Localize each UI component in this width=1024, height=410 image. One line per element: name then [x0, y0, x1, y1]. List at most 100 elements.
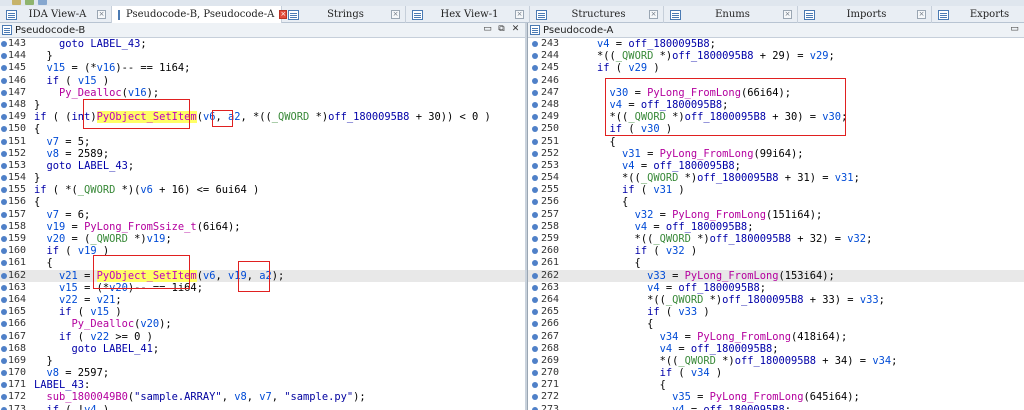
code-line[interactable]: 150 { — [0, 123, 525, 135]
code-text[interactable]: v33 = PyLong_FromLong(153i64); — [572, 270, 835, 282]
breakpoint-dot-icon[interactable] — [1, 101, 7, 108]
code-text[interactable]: if ( v15 ) — [34, 75, 110, 87]
tab-exports[interactable]: Exports — [932, 6, 1024, 23]
breakpoint-dot-icon[interactable] — [532, 333, 538, 340]
code-text[interactable]: v7 = 6; — [34, 209, 91, 221]
line-gutter[interactable]: 253 — [528, 160, 559, 172]
line-gutter[interactable]: 256 — [528, 196, 559, 208]
code-line[interactable]: 269 *((_QWORD *)off_1800095B8 + 34) = v3… — [528, 355, 1024, 367]
code-line[interactable]: 159 v20 = (_QWORD *)v19; — [0, 233, 525, 245]
code-line[interactable]: 163 v15 = (*v20)-- == 1i64; — [0, 282, 525, 294]
code-text[interactable]: if ( v34 ) — [572, 367, 723, 379]
pseudocode-b-pane[interactable]: Pseudocode-B ▭ ⧉ ✕ 143 goto LABEL_43; 144… — [0, 23, 525, 410]
breakpoint-dot-icon[interactable] — [532, 248, 538, 255]
line-gutter[interactable]: 268 — [528, 343, 559, 355]
code-line[interactable]: 146 if ( v15 ) — [0, 75, 525, 87]
code-line[interactable]: 272 v35 = PyLong_FromLong(645i64); — [528, 391, 1024, 403]
line-gutter[interactable]: 153 — [0, 160, 30, 172]
code-text[interactable]: sub_1800049B0("sample.ARRAY", v8, v7, "s… — [34, 391, 366, 403]
breakpoint-dot-icon[interactable] — [532, 150, 538, 157]
code-line[interactable]: 152 v8 = 2589; — [0, 148, 525, 160]
code-text[interactable]: v19 = PyLong_FromSsize_t(6i64); — [34, 221, 241, 233]
code-line[interactable]: 246 — [528, 75, 1024, 87]
code-line[interactable]: 167 if ( v22 >= 0 ) — [0, 331, 525, 343]
code-line[interactable]: 244 *((_QWORD *)off_1800095B8 + 29) = v2… — [528, 50, 1024, 62]
line-gutter[interactable]: 160 — [0, 245, 30, 257]
breakpoint-dot-icon[interactable] — [1, 53, 7, 60]
code-line[interactable]: 170 v8 = 2597; — [0, 367, 525, 379]
code-text[interactable]: if ( v15 ) — [34, 306, 122, 318]
code-line[interactable]: 268 v4 = off_1800095B8; — [528, 343, 1024, 355]
breakpoint-dot-icon[interactable] — [1, 126, 7, 133]
code-line[interactable]: 164 v22 = v21; — [0, 294, 525, 306]
breakpoint-dot-icon[interactable] — [532, 187, 538, 194]
breakpoint-dot-icon[interactable] — [532, 260, 538, 267]
code-line[interactable]: 161 { — [0, 257, 525, 269]
line-gutter[interactable]: 261 — [528, 257, 559, 269]
line-gutter[interactable]: 148 — [0, 99, 30, 111]
close-icon[interactable]: ✕ — [510, 24, 521, 35]
code-text[interactable]: v15 = (*v16)-- == 1i64; — [34, 62, 191, 74]
code-line[interactable]: 251 { — [528, 136, 1024, 148]
code-line[interactable]: 250 if ( v30 ) — [528, 123, 1024, 135]
code-text[interactable]: if ( !v4 ) — [34, 404, 110, 410]
breakpoint-dot-icon[interactable] — [532, 65, 538, 72]
code-text[interactable]: v15 = (*v20)-- == 1i64; — [34, 282, 203, 294]
breakpoint-dot-icon[interactable] — [1, 321, 7, 328]
code-line[interactable]: 143 goto LABEL_43; — [0, 38, 525, 50]
breakpoint-dot-icon[interactable] — [532, 370, 538, 377]
line-gutter[interactable]: 169 — [0, 355, 30, 367]
breakpoint-dot-icon[interactable] — [1, 345, 7, 352]
line-gutter[interactable]: 262 — [528, 270, 559, 282]
breakpoint-dot-icon[interactable] — [1, 357, 7, 364]
tab-pseudocode[interactable]: Pseudocode-B, Pseudocode-A × — [112, 6, 288, 23]
code-line[interactable]: 257 v32 = PyLong_FromLong(151i64); — [528, 209, 1024, 221]
line-gutter[interactable]: 164 — [0, 294, 30, 306]
breakpoint-dot-icon[interactable] — [532, 284, 538, 291]
code-line[interactable]: 266 { — [528, 318, 1024, 330]
line-gutter[interactable]: 168 — [0, 343, 30, 355]
code-text[interactable]: { — [34, 257, 53, 269]
code-line[interactable]: 260 if ( v32 ) — [528, 245, 1024, 257]
line-gutter[interactable]: 265 — [528, 306, 559, 318]
code-text[interactable]: } — [34, 99, 40, 111]
code-line[interactable]: 158 v19 = PyLong_FromSsize_t(6i64); — [0, 221, 525, 233]
code-line[interactable]: 271 { — [528, 379, 1024, 391]
code-line[interactable]: 273 v4 = off_1800095B8; — [528, 404, 1024, 410]
breakpoint-dot-icon[interactable] — [1, 77, 7, 84]
breakpoint-dot-icon[interactable] — [532, 309, 538, 316]
code-text[interactable]: v8 = 2597; — [34, 367, 110, 379]
code-text[interactable]: goto LABEL_43; — [34, 38, 147, 50]
breakpoint-dot-icon[interactable] — [1, 175, 7, 182]
code-text[interactable]: v4 = off_1800095B8; — [572, 160, 741, 172]
code-text[interactable]: v34 = PyLong_FromLong(418i64); — [572, 331, 848, 343]
tab-imports[interactable]: Imports × — [798, 6, 932, 23]
line-gutter[interactable]: 252 — [528, 148, 559, 160]
breakpoint-dot-icon[interactable] — [1, 41, 7, 47]
line-gutter[interactable]: 156 — [0, 196, 30, 208]
line-gutter[interactable]: 258 — [528, 221, 559, 233]
code-text[interactable]: { — [572, 196, 628, 208]
breakpoint-dot-icon[interactable] — [532, 77, 538, 84]
code-line[interactable]: 156 { — [0, 196, 525, 208]
line-gutter[interactable]: 162 — [0, 270, 30, 282]
tab-hex-view[interactable]: Hex View-1 × — [406, 6, 530, 23]
line-gutter[interactable]: 249 — [528, 111, 559, 123]
line-gutter[interactable]: 245 — [528, 62, 559, 74]
code-text[interactable]: } — [34, 50, 53, 62]
breakpoint-dot-icon[interactable] — [532, 211, 538, 218]
breakpoint-dot-icon[interactable] — [1, 394, 7, 401]
code-text[interactable]: *((_QWORD *)off_1800095B8 + 34) = v34; — [572, 355, 898, 367]
breakpoint-dot-icon[interactable] — [1, 272, 7, 279]
tab-enums[interactable]: Enums × — [664, 6, 798, 23]
breakpoint-dot-icon[interactable] — [1, 309, 7, 316]
line-gutter[interactable]: 273 — [528, 404, 559, 410]
code-line[interactable]: 243 v4 = off_1800095B8; — [528, 38, 1024, 50]
code-text[interactable]: *((_QWORD *)off_1800095B8 + 32) = v32; — [572, 233, 873, 245]
code-line[interactable]: 252 v31 = PyLong_FromLong(99i64); — [528, 148, 1024, 160]
breakpoint-dot-icon[interactable] — [1, 236, 7, 242]
code-line[interactable]: 171 LABEL_43: — [0, 379, 525, 391]
breakpoint-dot-icon[interactable] — [1, 296, 7, 303]
code-text[interactable]: if ( v19 ) — [34, 245, 110, 257]
code-text[interactable]: if ( v31 ) — [572, 184, 685, 196]
